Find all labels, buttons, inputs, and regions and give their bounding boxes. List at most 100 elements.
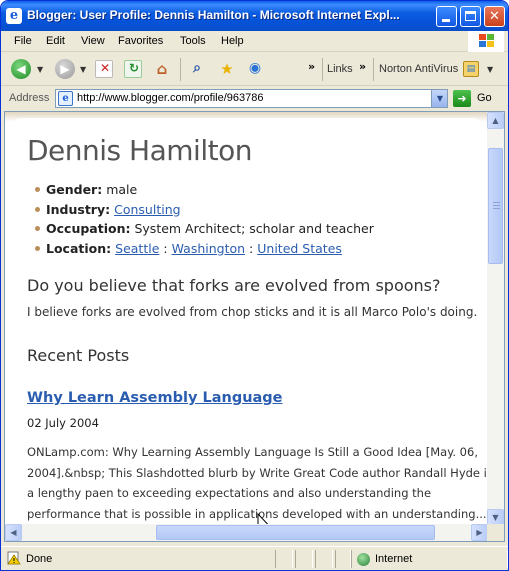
gender-label: Gender:: [46, 182, 103, 197]
stop-button[interactable]: ✕: [95, 60, 113, 78]
close-button[interactable]: ✕: [484, 6, 505, 27]
menu-tools[interactable]: Tools: [180, 35, 206, 47]
scrollbar-corner: [487, 524, 504, 541]
go-label[interactable]: Go: [477, 92, 492, 104]
go-arrow-icon: ➜: [457, 92, 467, 105]
go-button[interactable]: ➜: [453, 90, 471, 107]
status-pane: [275, 550, 293, 568]
profile-name: Dennis Hamilton: [27, 134, 252, 167]
links-chevron[interactable]: »: [359, 60, 366, 73]
bullet-icon: [35, 226, 40, 231]
recent-posts-heading: Recent Posts: [27, 346, 130, 365]
media-button[interactable]: ◉: [246, 60, 264, 78]
media-globe-icon: ◉: [248, 60, 262, 76]
internet-globe-icon: [357, 553, 370, 566]
status-pane: [335, 550, 351, 568]
address-bar: Address e http://www.blogger.com/profile…: [1, 87, 508, 110]
scroll-right-button[interactable]: ▶: [471, 524, 488, 541]
toolbar-separator: [373, 58, 374, 81]
post-date: 02 July 2004: [27, 416, 99, 430]
menu-favorites[interactable]: Favorites: [118, 35, 163, 47]
status-text: Done: [26, 553, 53, 565]
location-state-link[interactable]: Washington: [172, 241, 245, 256]
address-field[interactable]: e http://www.blogger.com/profile/963786 …: [55, 89, 448, 108]
title-bar[interactable]: e Blogger: User Profile: Dennis Hamilton…: [1, 1, 508, 31]
bullet-icon: [35, 187, 40, 192]
close-icon: ✕: [489, 9, 500, 24]
links-label[interactable]: Links: [327, 63, 353, 75]
industry-link[interactable]: Consulting: [114, 202, 180, 217]
status-pane: [315, 550, 333, 568]
home-icon: ⌂: [156, 60, 168, 78]
star-icon: ★: [220, 60, 234, 78]
content-viewport: Dennis Hamilton Gender: male Industry: C…: [4, 111, 505, 542]
security-zone-label: Internet: [375, 553, 413, 565]
menu-view[interactable]: View: [81, 35, 105, 47]
menu-help[interactable]: Help: [221, 35, 244, 47]
horizontal-scroll-thumb[interactable]: [156, 525, 435, 540]
refresh-button[interactable]: ↻: [124, 60, 142, 78]
vertical-scrollbar[interactable]: ▲ ▼: [487, 112, 504, 526]
window-title: Blogger: User Profile: Dennis Hamilton -…: [27, 8, 400, 22]
warning-page-icon: [7, 551, 21, 565]
location-separator: :: [163, 240, 168, 256]
address-url[interactable]: http://www.blogger.com/profile/963786: [77, 92, 264, 104]
chevron-left-icon: ◀: [10, 528, 17, 537]
forward-dropdown-icon[interactable]: ▼: [80, 65, 86, 74]
minimize-icon: [442, 19, 450, 22]
back-button[interactable]: ◀: [11, 59, 31, 79]
home-button[interactable]: ⌂: [153, 60, 171, 78]
standard-toolbar: ◀ ▼ ▶ ▼ ✕ ↻ ⌂ ⌕ ★ ◉ » Links » Norton Ant…: [1, 53, 508, 86]
toolbar-chevron[interactable]: »: [308, 60, 315, 73]
post-excerpt-line: 2004].&nbsp; This Slashdotted blurb by W…: [27, 465, 493, 480]
favorites-button[interactable]: ★: [218, 60, 236, 78]
post-excerpt-line: performance that is possible in applicat…: [27, 506, 487, 521]
maximize-button[interactable]: [460, 6, 481, 27]
search-button[interactable]: ⌕: [188, 60, 206, 78]
grip-line: [493, 202, 500, 203]
bullet-icon: [35, 245, 40, 251]
location-country-link[interactable]: United States: [257, 241, 342, 256]
occupation-label: Occupation:: [46, 221, 131, 236]
profile-question: Do you believe that forks are evolved fr…: [27, 276, 441, 295]
location-label: Location:: [46, 240, 112, 256]
profile-facts: Gender: male Industry: Consulting Occupa…: [35, 182, 374, 260]
status-bar: Done Internet: [1, 546, 508, 570]
horizontal-scrollbar[interactable]: ◀ ▶: [5, 524, 488, 541]
location-separator: :: [249, 240, 254, 256]
chevron-down-icon: ▼: [436, 94, 444, 103]
minimize-button[interactable]: [436, 6, 457, 27]
norton-dropdown-icon[interactable]: ▼: [487, 65, 493, 74]
menu-file[interactable]: File: [14, 35, 32, 47]
location-city-link[interactable]: Seattle: [115, 241, 159, 256]
bullet-icon: [35, 206, 40, 212]
status-pane: [295, 550, 313, 568]
profile-page: Dennis Hamilton Gender: male Industry: C…: [11, 118, 493, 541]
scroll-up-button[interactable]: ▲: [487, 112, 504, 129]
grip-line: [493, 205, 500, 206]
address-label: Address: [9, 92, 50, 104]
chevron-up-icon: ▲: [492, 116, 499, 125]
stop-icon: ✕: [99, 61, 111, 75]
norton-antivirus-label[interactable]: Norton AntiVirus: [379, 63, 458, 75]
vertical-scroll-thumb[interactable]: [488, 148, 503, 264]
back-dropdown-icon[interactable]: ▼: [37, 65, 43, 74]
fact-location: Location: Seattle : Washington : United …: [35, 241, 374, 261]
scroll-left-button[interactable]: ◀: [5, 524, 22, 541]
post-title-link[interactable]: Why Learn Assembly Language: [27, 390, 283, 406]
address-dropdown-button[interactable]: ▼: [431, 90, 447, 107]
norton-button[interactable]: ▤: [463, 61, 479, 77]
toolbar-separator: [322, 58, 323, 81]
toolbar-separator: [180, 58, 181, 81]
refresh-icon: ↻: [128, 61, 140, 75]
maximize-icon: [465, 11, 476, 21]
grip-line: [493, 208, 500, 209]
chevron-right-icon: ▶: [476, 528, 483, 537]
menu-edit[interactable]: Edit: [46, 35, 65, 47]
page-icon: e: [58, 91, 73, 106]
profile-answer: I believe forks are evolved from chop st…: [27, 305, 478, 319]
ie-icon: e: [6, 8, 22, 24]
fact-occupation: Occupation: System Architect; scholar an…: [35, 221, 374, 241]
forward-arrow-icon: ▶: [60, 62, 70, 76]
forward-button[interactable]: ▶: [55, 59, 75, 79]
